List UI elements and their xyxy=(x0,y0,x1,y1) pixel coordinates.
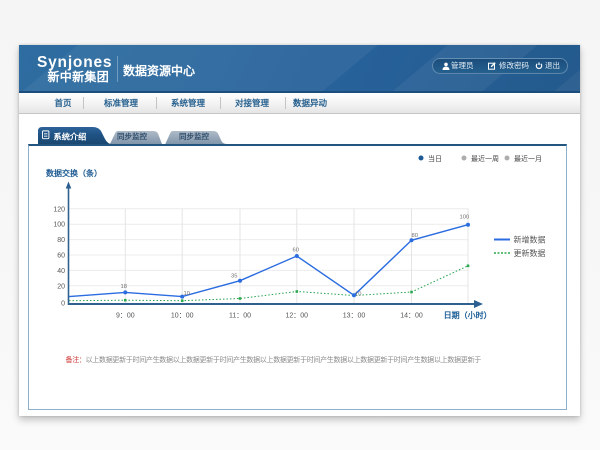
svg-text:最近一周: 最近一周 xyxy=(471,154,499,163)
svg-text:9：00: 9：00 xyxy=(116,313,135,320)
svg-text:20: 20 xyxy=(57,283,65,290)
svg-text:14：00: 14：00 xyxy=(400,313,423,320)
svg-text:当日: 当日 xyxy=(428,154,442,163)
svg-text:12：00: 12：00 xyxy=(286,313,309,320)
svg-text:60: 60 xyxy=(293,248,299,254)
svg-text:35: 35 xyxy=(231,273,237,279)
svg-text:10: 10 xyxy=(184,291,190,297)
svg-text:最近一月: 最近一月 xyxy=(514,154,542,163)
svg-text:0: 0 xyxy=(61,301,65,308)
svg-text:80: 80 xyxy=(412,233,418,239)
svg-text:11：00: 11：00 xyxy=(229,313,251,320)
svg-text:同步监控: 同步监控 xyxy=(179,131,209,141)
svg-text:13：00: 13：00 xyxy=(343,313,366,320)
svg-text:100: 100 xyxy=(53,222,65,229)
svg-text:40: 40 xyxy=(57,268,65,275)
svg-text:数据交换（条）: 数据交换（条） xyxy=(46,168,102,178)
svg-text:同步监控: 同步监控 xyxy=(117,131,147,141)
svg-text:100: 100 xyxy=(460,215,470,221)
svg-text:120: 120 xyxy=(53,206,65,213)
svg-text:新增数据: 新增数据 xyxy=(514,235,546,245)
svg-text:10：00: 10：00 xyxy=(171,313,194,320)
svg-text:系统介绍: 系统介绍 xyxy=(54,132,87,142)
svg-text:60: 60 xyxy=(57,253,65,260)
svg-text:80: 80 xyxy=(57,237,65,244)
svg-text:10: 10 xyxy=(355,292,361,298)
svg-text:更新数据: 更新数据 xyxy=(514,248,546,258)
svg-text:日期（小时）: 日期（小时） xyxy=(444,310,492,320)
svg-text:18: 18 xyxy=(121,284,127,290)
